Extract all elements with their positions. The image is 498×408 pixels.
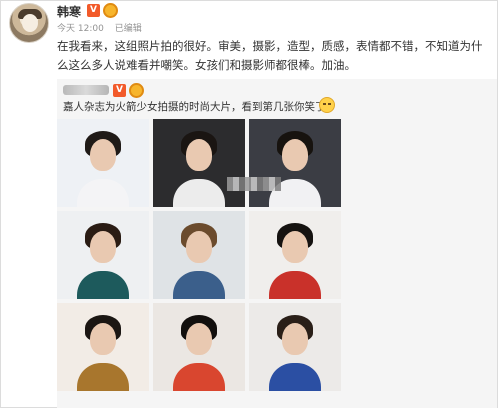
photo-subject-face xyxy=(186,323,212,355)
photo-subject-face xyxy=(90,323,116,355)
photo-subject-face xyxy=(90,139,116,171)
medal-icon xyxy=(129,83,144,98)
verified-icon: V xyxy=(87,4,100,17)
post-text: 在我看来，这组照片拍的很好。审美，摄影，造型，质感，表情都不错，不知道为什么这么… xyxy=(57,39,483,72)
photo-subject-outfit xyxy=(269,363,321,391)
photo-subject-outfit xyxy=(77,179,129,207)
photo-subject-face xyxy=(90,231,116,263)
photo-subject-face xyxy=(186,231,212,263)
photo-thumbnail[interactable] xyxy=(57,303,149,391)
edited-label[interactable]: 已编辑 xyxy=(115,24,142,34)
photo-subject-outfit xyxy=(173,271,225,299)
photo-thumbnail[interactable] xyxy=(153,303,245,391)
repost-block[interactable]: V 嘉人杂志为火箭少女拍摄的时尚大片，看到第几张你笑了? xyxy=(57,79,497,408)
photo-subject-outfit xyxy=(77,271,129,299)
photo-subject-face xyxy=(282,139,308,171)
repost-text: 嘉人杂志为火箭少女拍摄的时尚大片，看到第几张你笑了? xyxy=(63,101,332,113)
photo-thumbnail[interactable] xyxy=(249,303,341,391)
weibo-post-card: 韩寒 V 今天 12:00 已编辑 在我看来，这组照片拍的很好。审美，摄影，造型… xyxy=(0,0,498,408)
photo-subject-face xyxy=(282,323,308,355)
verified-icon: V xyxy=(113,84,126,97)
medal-icon xyxy=(103,3,118,18)
photo-subject-face xyxy=(282,231,308,263)
photo-thumbnail[interactable] xyxy=(249,211,341,299)
post-time[interactable]: 今天 12:00 xyxy=(57,24,104,34)
user-avatar[interactable] xyxy=(9,3,49,43)
photo-subject-outfit xyxy=(269,271,321,299)
post-meta: 今天 12:00 已编辑 xyxy=(57,21,150,34)
avatar-face xyxy=(22,14,38,32)
photo-thumbnail[interactable] xyxy=(153,119,245,207)
censor-blur xyxy=(227,177,281,191)
photo-subject-outfit xyxy=(173,179,225,207)
reposted-username-blurred[interactable] xyxy=(63,85,109,95)
photo-subject-face xyxy=(186,139,212,171)
photo-subject-outfit xyxy=(173,363,225,391)
photo-thumbnail[interactable] xyxy=(57,211,149,299)
photo-subject-outfit xyxy=(77,363,129,391)
photo-thumbnail[interactable] xyxy=(249,119,341,207)
photo-thumbnail[interactable] xyxy=(57,119,149,207)
photo-thumbnail[interactable] xyxy=(153,211,245,299)
username[interactable]: 韩寒 xyxy=(57,3,81,20)
smirk-emoji-icon xyxy=(319,97,335,113)
